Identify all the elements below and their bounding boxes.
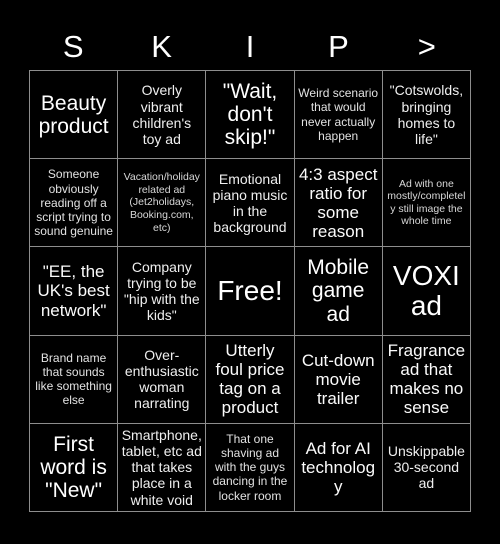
bingo-cell-label: Company trying to be "hip with the kids" [123,258,200,324]
bingo-cell-r4c2[interactable]: Over-enthusiastic woman narrating [118,335,207,424]
bingo-cell-label: "EE, the UK's best network" [37,262,110,320]
bingo-cell-r3c4[interactable]: Mobile game ad [294,247,383,336]
bingo-cell-r1c5[interactable]: "Cotswolds, bringing homes to life" [382,71,471,160]
bingo-cell-label: Emotional piano music in the background [212,170,288,235]
bingo-cell-label: That one shaving ad with the guys dancin… [212,432,288,503]
bingo-cell-r1c1[interactable]: Beauty product [30,71,119,160]
bingo-cell-label: Overly vibrant children's toy ad [132,82,192,147]
bingo-header-letter-1: K [151,28,172,64]
bingo-cell-r2c5[interactable]: Ad with one mostly/completely still imag… [382,159,471,248]
bingo-cell-label: VOXI ad [392,259,460,321]
bingo-cell-label: Cut-down movie trailer [301,350,375,408]
bingo-header-letter-2: I [245,28,255,64]
bingo-cell-r1c4[interactable]: Weird scenario that would never actually… [294,71,383,160]
bingo-cell-r4c4[interactable]: Cut-down movie trailer [294,335,383,424]
bingo-cell-r3c3[interactable]: Free! [206,247,295,336]
bingo-cell-r3c2[interactable]: Company trying to be "hip with the kids" [118,247,207,336]
bingo-cell-r5c2[interactable]: Smartphone, tablet, etc ad that takes pl… [118,423,207,512]
bingo-cell-r2c4[interactable]: 4:3 aspect ratio for some reason [294,159,383,248]
bingo-cell-r2c1[interactable]: Someone obviously reading off a script t… [30,159,119,248]
bingo-cell-label: Over-enthusiastic woman narrating [124,347,199,412]
bingo-cell-r5c3[interactable]: That one shaving ad with the guys dancin… [206,423,295,512]
bingo-cell-r4c1[interactable]: Brand name that sounds like something el… [30,335,119,424]
bingo-cell-label: Smartphone, tablet, etc ad that takes pl… [121,427,202,508]
bingo-cell-label: Utterly foul price tag on a product [215,341,285,418]
bingo-cell-label: Someone obviously reading off a script t… [34,167,113,239]
bingo-cell-r4c3[interactable]: Utterly foul price tag on a product [206,335,295,424]
bingo-card: S K I P > Beauty product Overly vibrant child… [0,0,500,544]
bingo-cell-label: "Cotswolds, bringing homes to life" [389,82,464,147]
bingo-cell-r5c1[interactable]: First word is "New" [30,423,119,512]
bingo-cell-label: 4:3 aspect ratio for some reason [298,164,378,241]
bingo-cell-label: Ad for AI technology [301,438,376,496]
bingo-cell-r3c1[interactable]: "EE, the UK's best network" [30,247,119,336]
bingo-cell-label: Fragrance ad that makes no sense [387,341,466,418]
bingo-cell-label: Free! [217,274,283,306]
bingo-cell-label: Ad with one mostly/completely still imag… [387,177,466,228]
bingo-cell-r2c3[interactable]: Emotional piano music in the background [206,159,295,248]
bingo-cell-label: Weird scenario that would never actually… [298,86,379,143]
bingo-cell-r3c5[interactable]: VOXI ad [382,247,471,336]
bingo-header-letter-3: P [328,28,349,64]
bingo-header-letter-4: > [417,28,436,64]
bingo-cell-label: Beauty product [38,91,109,138]
bingo-cell-label: Brand name that sounds like something el… [35,350,112,408]
bingo-cell-r5c5[interactable]: Unskippable 30-second ad [382,423,471,512]
bingo-cell-r2c2[interactable]: Vacation/holiday related ad (Jet2holiday… [118,159,207,248]
bingo-cell-label: "Wait, don't skip!" [222,79,278,150]
bingo-grid: Beauty product Overly vibrant children's … [29,70,471,512]
bingo-header-row: S K I P > [29,22,471,70]
bingo-cell-r1c3[interactable]: "Wait, don't skip!" [206,71,295,160]
bingo-cell-label: First word is "New" [40,432,107,502]
bingo-cell-label: Mobile game ad [307,256,370,326]
bingo-header-letter-0: S [62,28,84,64]
bingo-cell-r5c4[interactable]: Ad for AI technology [294,423,383,512]
bingo-cell-label: Vacation/holiday related ad (Jet2holiday… [123,171,200,234]
bingo-cell-r1c2[interactable]: Overly vibrant children's toy ad [118,71,207,160]
bingo-cell-label: Unskippable 30-second ad [387,443,465,492]
bingo-cell-r4c5[interactable]: Fragrance ad that makes no sense [382,335,471,424]
